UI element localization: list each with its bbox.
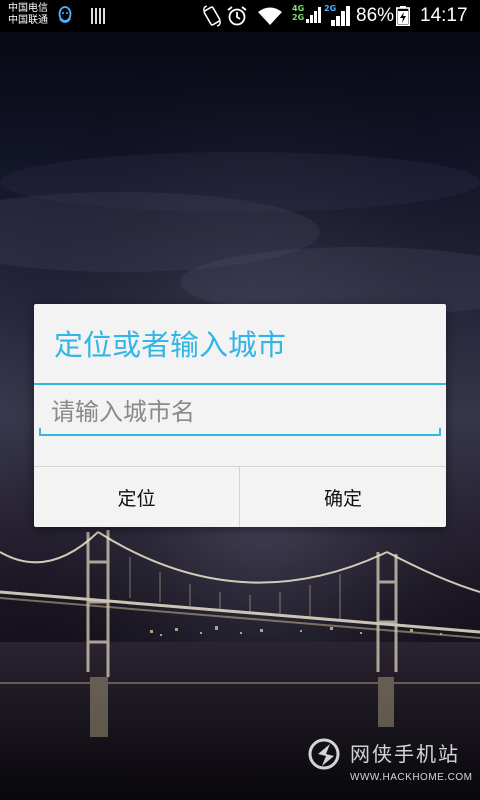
signal-bars-icon	[91, 8, 105, 24]
network-type-1: 4G 2G	[292, 4, 305, 22]
watermark-logo-icon	[308, 738, 340, 770]
city-input[interactable]	[39, 388, 441, 436]
phone-screen: 中国电信 中国联通 4G 2G 2G 86% 14:17 定位或者输入城市 请输…	[0, 0, 480, 800]
status-bar: 中国电信 中国联通 4G 2G 2G 86% 14:17	[0, 0, 480, 32]
clock: 14:17	[420, 5, 468, 26]
watermark-name: 网侠手机站	[350, 742, 460, 766]
input-underline-tick-left	[39, 428, 41, 436]
carrier-2: 中国联通	[8, 15, 48, 26]
watermark: 网侠手机站 WWW.HACKHOME.COM	[306, 734, 476, 794]
carrier-labels: 中国电信 中国联通	[8, 3, 48, 27]
locate-button[interactable]: 定位	[34, 467, 239, 527]
city-dialog: 定位或者输入城市 定位 确定	[34, 304, 446, 527]
input-underline	[39, 434, 441, 436]
title-divider	[34, 383, 446, 385]
carrier-1: 中国电信	[8, 3, 48, 14]
battery-percent: 86%	[356, 5, 395, 26]
alarm-icon	[227, 6, 247, 26]
dialog-title: 定位或者输入城市	[54, 328, 287, 362]
battery-charging-icon	[396, 6, 410, 26]
cell-signal-icon-2	[331, 6, 350, 26]
wifi-icon	[258, 7, 282, 25]
rotate-icon	[203, 5, 221, 27]
input-underline-tick-right	[439, 428, 441, 436]
cell-signal-icon	[306, 7, 321, 23]
watermark-url: WWW.HACKHOME.COM	[350, 772, 473, 783]
confirm-button[interactable]: 确定	[240, 467, 446, 527]
qq-icon	[58, 6, 72, 23]
